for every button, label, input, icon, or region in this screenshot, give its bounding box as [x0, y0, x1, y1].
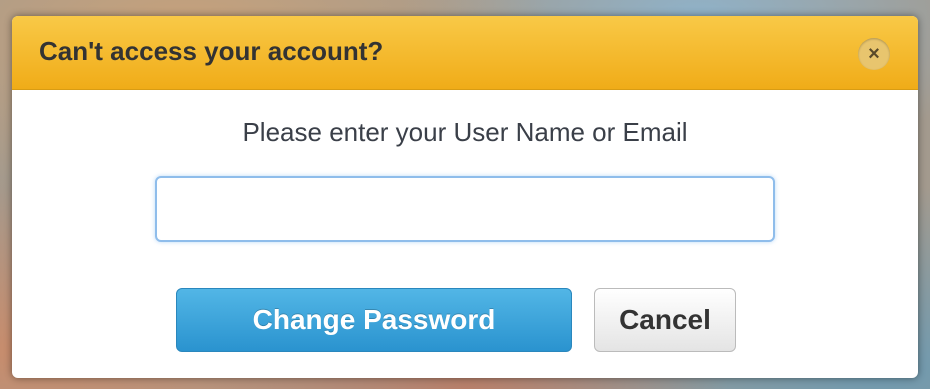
close-button[interactable]: × — [858, 38, 890, 70]
change-password-button[interactable]: Change Password — [176, 288, 572, 352]
username-email-input[interactable] — [155, 176, 775, 242]
cancel-button[interactable]: Cancel — [594, 288, 736, 352]
dialog-header: Can't access your account? × — [12, 16, 918, 90]
dialog-title: Can't access your account? — [39, 36, 384, 66]
close-icon: × — [868, 43, 880, 65]
prompt-label: Please enter your User Name or Email — [242, 117, 688, 147]
forgot-password-dialog: Can't access your account? × Please ente… — [12, 16, 918, 378]
